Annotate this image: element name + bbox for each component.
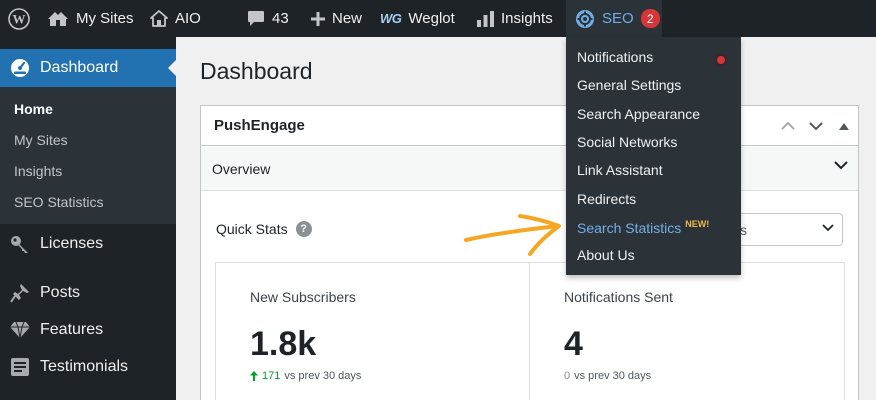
testimonial-quote-icon [11, 358, 29, 376]
chevron-up-icon [781, 121, 795, 130]
bar-chart-icon [477, 10, 494, 27]
stat-change-text: vs prev 30 days [284, 370, 362, 382]
insights-menu[interactable]: Insights [477, 0, 553, 37]
chevron-down-icon [809, 122, 823, 131]
sidebar-item-features[interactable]: Features [0, 313, 176, 347]
search-statistics-label: Search Statistics [577, 220, 682, 236]
page-title: Dashboard [200, 58, 313, 84]
sidebar-dashboard-label: Dashboard [40, 59, 119, 76]
multisite-home-icon [48, 11, 68, 26]
overview-label: Overview [212, 161, 271, 177]
sidebar-item-dashboard[interactable]: Dashboard [0, 49, 176, 87]
wordpress-logo-icon[interactable]: W [8, 0, 30, 37]
site-name-label: AIO [175, 10, 201, 27]
admin-bar: W My Sites AIO 43 New WG Weglot Insights… [0, 0, 876, 37]
quick-stats-label: Quick Stats [216, 221, 288, 237]
new-badge: NEW! [685, 219, 710, 229]
seo-menu-link-assistant[interactable]: Link Assistant [577, 162, 663, 178]
pushpin-icon [10, 284, 29, 303]
insights-label: Insights [501, 10, 553, 27]
dashboard-submenu: Home My Sites Insights SEO Statistics [0, 87, 176, 224]
date-range-value: s [740, 222, 747, 238]
chevron-down-icon [822, 224, 834, 232]
stat-value: 4 [564, 325, 583, 363]
stat-label: Notifications Sent [564, 289, 673, 305]
seo-menu-social-networks[interactable]: Social Networks [577, 134, 677, 150]
stat-change-text: vs prev 30 days [574, 370, 652, 382]
sidebar-features-label: Features [40, 321, 104, 338]
home-icon [150, 10, 168, 27]
comment-icon [248, 11, 264, 26]
submenu-seo-statistics[interactable]: SEO Statistics [14, 194, 103, 210]
toggle-panel-button[interactable] [834, 116, 854, 136]
stat-change: 171 vs prev 30 days [250, 370, 361, 382]
stat-card-subscribers: New Subscribers 1.8k 171 vs prev 30 days [216, 263, 530, 400]
admin-sidebar: Dashboard Home My Sites Insights SEO Sta… [0, 37, 176, 400]
plus-icon [311, 11, 325, 26]
dashboard-gauge-icon [11, 59, 29, 77]
widget-title: PushEngage [214, 117, 305, 134]
seo-dropdown-menu: Notifications General Settings Search Ap… [566, 37, 741, 275]
stat-change: 0 vs prev 30 days [564, 370, 651, 382]
submenu-my-sites[interactable]: My Sites [14, 132, 68, 148]
sidebar-licenses-label: Licenses [40, 235, 104, 252]
seo-label: SEO [602, 10, 634, 27]
chevron-down-icon [834, 161, 848, 170]
stat-change-number: 0 [564, 370, 571, 382]
diamond-icon [10, 321, 30, 339]
sidebar-item-licenses[interactable]: Licenses [0, 227, 176, 261]
seo-notification-badge: 2 [640, 9, 660, 28]
stat-label: New Subscribers [250, 289, 356, 305]
submenu-home[interactable]: Home [14, 101, 53, 117]
new-label: New [332, 10, 363, 27]
overview-section-toggle[interactable]: Overview [201, 147, 858, 191]
comments-menu[interactable]: 43 [247, 0, 289, 37]
quick-stats-heading: Quick Stats ? [216, 221, 312, 237]
seo-menu-search-appearance[interactable]: Search Appearance [577, 106, 700, 122]
seo-menu[interactable]: SEO 2 [566, 0, 662, 37]
stat-card-notifications-sent: Notifications Sent 4 0 vs prev 30 days [530, 263, 844, 400]
seo-menu-notifications[interactable]: Notifications [577, 49, 653, 65]
new-content-menu[interactable]: New [311, 0, 362, 37]
key-icon [11, 236, 28, 253]
comments-count: 43 [272, 10, 289, 27]
site-name-menu[interactable]: AIO [150, 0, 201, 37]
seo-menu-redirects[interactable]: Redirects [577, 191, 636, 207]
weglot-label: Weglot [408, 10, 455, 27]
caret-up-icon [839, 122, 849, 130]
svg-text:W: W [13, 11, 26, 26]
submenu-insights[interactable]: Insights [14, 163, 62, 179]
stat-change-number: 171 [262, 370, 281, 382]
weglot-logo-icon: WG [380, 11, 402, 26]
help-icon[interactable]: ? [295, 221, 312, 237]
arrow-up-icon [250, 371, 258, 381]
move-up-button[interactable] [778, 116, 798, 136]
seo-gear-icon [576, 9, 594, 28]
weglot-menu[interactable]: WG Weglot [380, 0, 455, 37]
stat-value: 1.8k [250, 325, 317, 363]
seo-menu-search-statistics[interactable]: Search Statistics NEW! [577, 219, 709, 236]
seo-menu-general-settings[interactable]: General Settings [577, 77, 681, 93]
notification-dot-icon [715, 54, 727, 66]
seo-menu-about-us[interactable]: About Us [577, 247, 635, 263]
widget-header: PushEngage [201, 106, 858, 146]
move-down-button[interactable] [806, 116, 826, 136]
sidebar-item-testimonials[interactable]: Testimonials [0, 350, 176, 384]
my-sites-menu[interactable]: My Sites [47, 0, 134, 37]
my-sites-label: My Sites [76, 10, 134, 27]
sidebar-testimonials-label: Testimonials [40, 358, 129, 375]
sidebar-item-posts[interactable]: Posts [0, 276, 176, 310]
sidebar-posts-label: Posts [40, 284, 81, 301]
stats-box: New Subscribers 1.8k 171 vs prev 30 days… [215, 262, 845, 400]
orange-arrow-annotation [464, 214, 561, 256]
